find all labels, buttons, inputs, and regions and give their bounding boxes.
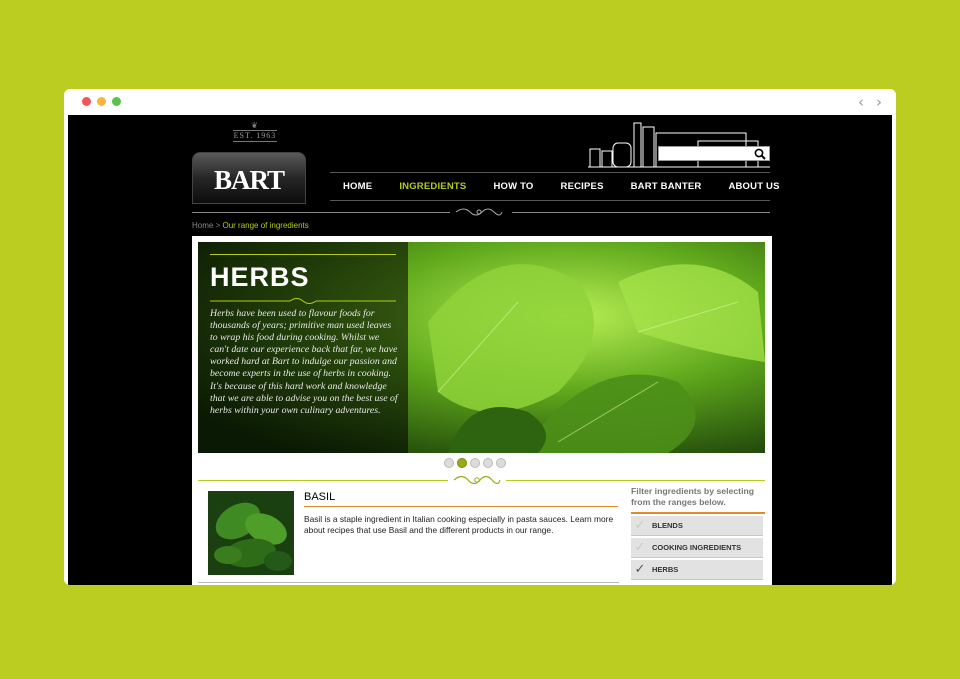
nav-ingredients[interactable]: INGREDIENTS: [399, 181, 466, 192]
breadcrumb-current: Our range of ingredients: [222, 221, 309, 230]
close-window-dot[interactable]: [82, 97, 91, 106]
search-icon[interactable]: [754, 148, 766, 160]
header-divider-right: [512, 212, 770, 213]
swirl-ornament-icon: [455, 208, 503, 216]
nav-about-us[interactable]: ABOUT US: [728, 181, 779, 192]
main-navigation: HOME INGREDIENTS HOW TO RECIPES BART BAN…: [330, 172, 779, 201]
ingredient-title-rule: [304, 506, 618, 507]
nav-bart-banter[interactable]: BART BANTER: [631, 181, 702, 192]
section-divider-left: [198, 480, 448, 481]
maximize-window-dot[interactable]: [112, 97, 121, 106]
filter-item-herbs[interactable]: ✓ HERBS: [631, 560, 763, 580]
breadcrumb-separator: >: [215, 221, 221, 230]
slide-dot-4[interactable]: [483, 458, 493, 468]
established-text: EST. 1963: [233, 130, 277, 142]
bart-logo[interactable]: BART: [192, 152, 306, 204]
filter-label: HERBS: [652, 565, 679, 574]
slide-pager: [444, 458, 506, 468]
browser-chrome: ‹ ›: [64, 89, 896, 115]
hero-description: Herbs have been used to flavour foods fo…: [210, 308, 398, 416]
nav-home[interactable]: HOME: [343, 181, 372, 192]
minimize-window-dot[interactable]: [97, 97, 106, 106]
hero-ornament-icon: [210, 298, 396, 304]
breadcrumb: Home > Our range of ingredients: [192, 221, 309, 230]
forward-arrow-icon[interactable]: ›: [876, 93, 882, 111]
nav-recipes[interactable]: RECIPES: [561, 181, 604, 192]
nav-how-to[interactable]: HOW TO: [493, 181, 533, 192]
main-content: HERBS Herbs have been used to flavour fo…: [192, 236, 772, 585]
browser-window: ‹ › ❦ EST. 1963 BART HOME INGREDIENTS HO…: [64, 89, 896, 585]
slide-dot-2[interactable]: [457, 458, 467, 468]
hero-title: HERBS: [210, 262, 310, 292]
knot-ornament-icon: ❦: [251, 121, 259, 130]
filter-rule: [631, 512, 765, 514]
ingredient-description: Basil is a staple ingredient in Italian …: [304, 514, 614, 535]
checkmark-icon: ✓: [634, 562, 646, 577]
filter-title: Filter ingredients by selecting from the…: [631, 486, 755, 507]
back-arrow-icon[interactable]: ‹: [858, 93, 864, 111]
filter-label: COOKING INGREDIENTS: [652, 543, 742, 552]
swirl-ornament-icon: [453, 475, 501, 485]
web-page: ❦ EST. 1963 BART HOME INGREDIENTS HOW TO…: [68, 115, 892, 585]
ingredient-bottom-rule: [198, 582, 619, 583]
basil-image[interactable]: [208, 491, 294, 575]
filter-item-blends[interactable]: ✓ BLENDS: [631, 516, 763, 536]
slide-dot-1[interactable]: [444, 458, 454, 468]
established-badge: ❦ EST. 1963: [233, 122, 277, 142]
slide-dot-5[interactable]: [496, 458, 506, 468]
checkmark-icon: ✓: [634, 540, 646, 555]
filter-item-cooking-ingredients[interactable]: ✓ COOKING INGREDIENTS: [631, 538, 763, 558]
ingredient-title[interactable]: BASIL: [304, 491, 335, 503]
hero-top-rule: [210, 254, 396, 255]
slide-dot-3[interactable]: [470, 458, 480, 468]
filter-label: BLENDS: [652, 521, 683, 530]
section-divider-right: [506, 480, 765, 481]
checkmark-icon: ✓: [634, 518, 646, 533]
search-input[interactable]: [659, 150, 749, 164]
search-box: [658, 146, 770, 164]
hero-banner: HERBS Herbs have been used to flavour fo…: [198, 242, 765, 453]
header-divider-left: [192, 212, 450, 213]
hero-text-panel: HERBS Herbs have been used to flavour fo…: [198, 242, 408, 453]
breadcrumb-home[interactable]: Home: [192, 221, 213, 230]
logo-text: BART: [213, 165, 285, 195]
